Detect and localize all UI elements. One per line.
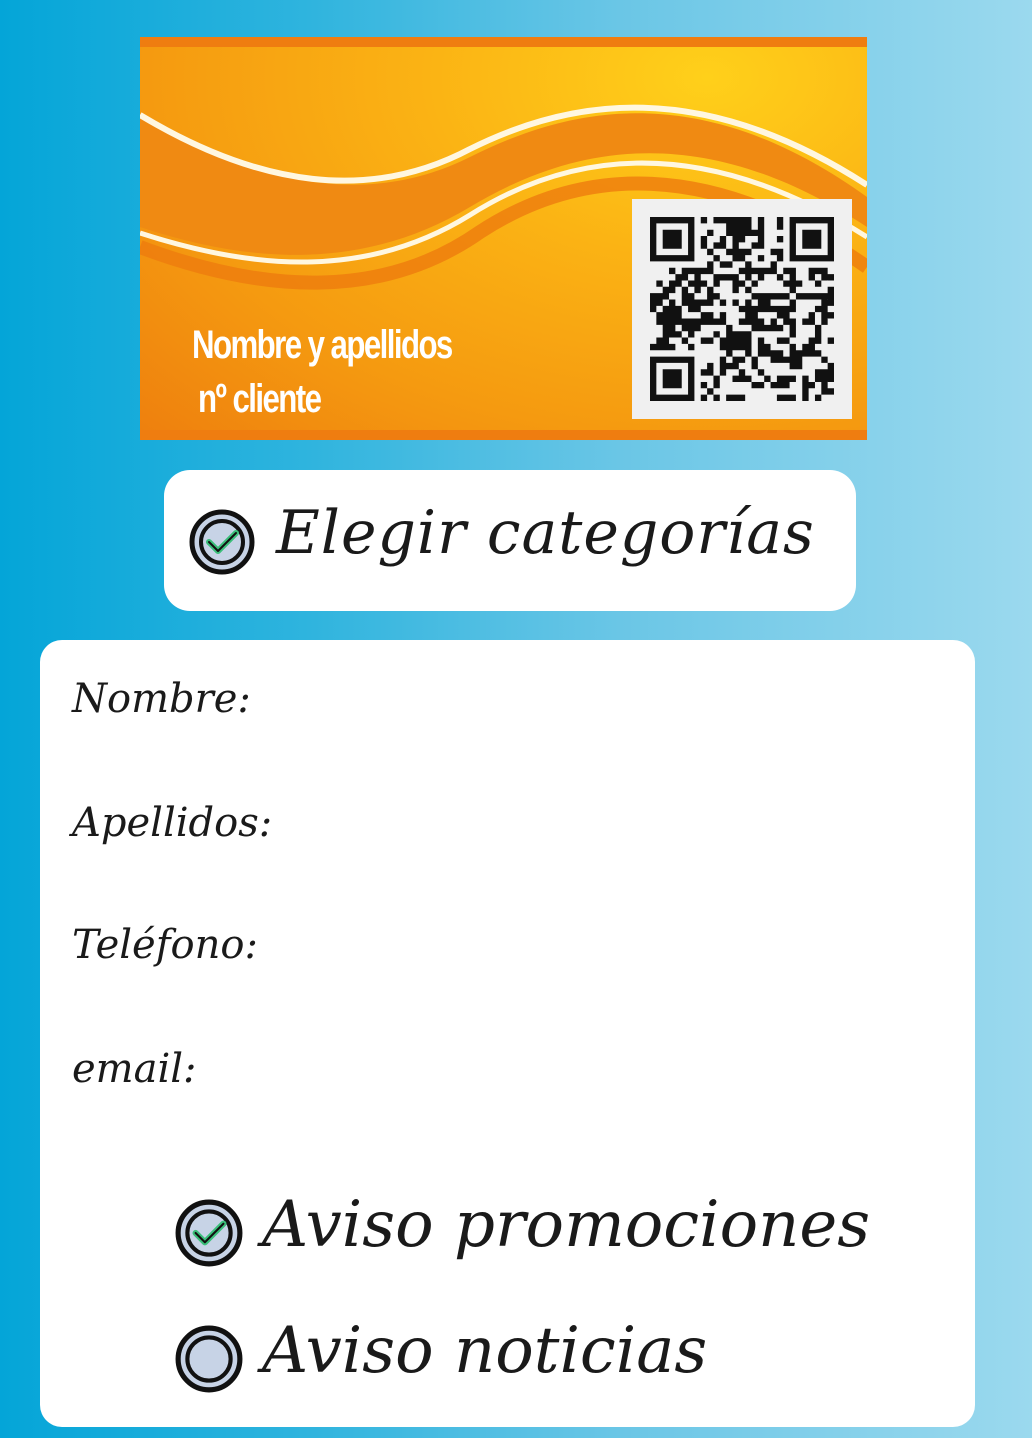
- check-circle-icon: [188, 508, 256, 580]
- card-bottom-bar: [140, 430, 867, 440]
- field-nombre[interactable]: Nombre:: [72, 676, 251, 722]
- field-email[interactable]: email:: [72, 1046, 197, 1092]
- card-name-text: Nombre y apellidos: [192, 323, 453, 367]
- loyalty-card: Nombre y apellidos nº cliente: [140, 37, 867, 440]
- option-aviso-promociones-label: Aviso promociones: [262, 1188, 871, 1262]
- field-apellidos[interactable]: Apellidos:: [72, 800, 272, 846]
- qr-modules: [650, 217, 834, 401]
- option-aviso-noticias-label: Aviso noticias: [262, 1314, 708, 1388]
- field-telefono[interactable]: Teléfono:: [72, 922, 258, 968]
- customer-form: Nombre: Apellidos: Teléfono: email: Avis…: [40, 640, 975, 1427]
- check-circle-icon: [174, 1198, 244, 1272]
- qr-code-icon: [632, 199, 852, 419]
- choose-categories-label: Elegir categorías: [276, 498, 815, 568]
- choose-categories-button[interactable]: Elegir categorías: [164, 470, 856, 611]
- empty-circle-icon: [174, 1324, 244, 1398]
- card-number-text: nº cliente: [198, 377, 322, 421]
